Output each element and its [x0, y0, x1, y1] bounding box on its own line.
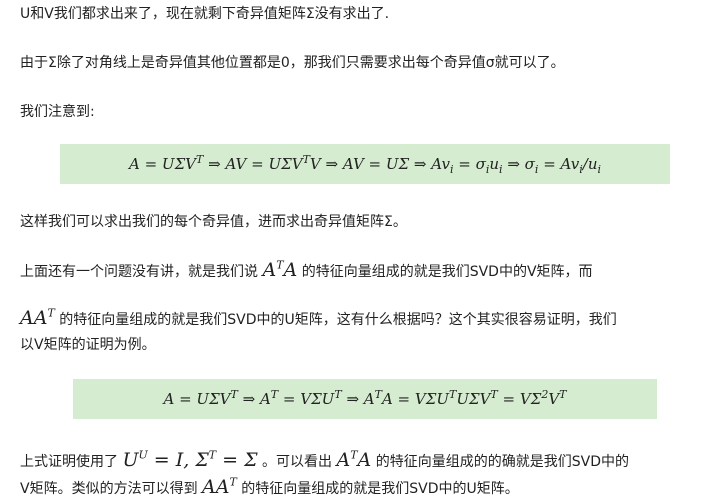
formula-box-2: A = UΣVT ⇒ AT = VΣUT ⇒ ATA = VΣUTUΣVT = …: [73, 379, 657, 419]
formula-AAT-inline-2: AAT: [202, 475, 237, 498]
formula-ATA-inline: ATA: [262, 258, 298, 281]
text-segment: 的特征向量组成的的确就是我们SVD中的: [375, 454, 629, 470]
paragraph-conclusion-line2: V矩阵。类似的方法可以得到 AAT 的特征向量组成的就是我们SVD中的U矩阵。: [20, 475, 519, 501]
formula-ATA-inline-2: ATA: [336, 448, 372, 471]
formula-V-proof: A = UΣVT ⇒ AT = VΣUT ⇒ ATA = VΣUTUΣVT = …: [163, 388, 567, 408]
text-segment: 的特征向量组成的就是我们SVD中的U矩阵，这有什么根据吗？这个其实很容易证明，我…: [59, 312, 617, 328]
paragraph-intro: U和V我们都求出来了，现在就剩下奇异值矩阵Σ没有求出了.: [20, 6, 390, 22]
text-segment: 。可以看出: [262, 454, 333, 470]
formula-identity-inline: UU = I, ΣT = Σ: [122, 448, 258, 471]
paragraph-question-line3: 以V矩阵的证明为例。: [20, 337, 156, 353]
paragraph-question-line2: AAT 的特征向量组成的就是我们SVD中的U矩阵，这有什么根据吗？这个其实很容易…: [20, 306, 617, 332]
text-segment: 的特征向量组成的就是我们SVD中的U矩阵。: [241, 481, 519, 497]
formula-singular-value-derivation: A = UΣVT ⇒ AV = UΣVTV ⇒ AV = UΣ ⇒ Avi = …: [128, 153, 602, 176]
paragraph-result: 这样我们可以求出我们的每个奇异值，进而求出奇异值矩阵Σ。: [20, 214, 407, 230]
formula-AAT-inline: AAT: [20, 306, 55, 329]
paragraph-question-line1: 上面还有一个问题没有讲，就是我们说 ATA 的特征向量组成的就是我们SVD中的V…: [20, 258, 593, 284]
text-segment: 的特征向量组成的就是我们SVD中的V矩阵，而: [301, 264, 593, 280]
text-segment: 上面还有一个问题没有讲，就是我们说: [20, 264, 258, 280]
paragraph-sigma-note: 由于Σ除了对角线上是奇异值其他位置都是0，那我们只需要求出每个奇异值σ就可以了。: [20, 55, 565, 71]
paragraph-conclusion-line1: 上式证明使用了 UU = I, ΣT = Σ 。可以看出 ATA 的特征向量组成…: [20, 448, 629, 474]
formula-box-1: A = UΣVT ⇒ AV = UΣVTV ⇒ AV = UΣ ⇒ Avi = …: [60, 144, 670, 184]
paragraph-notice: 我们注意到:: [20, 104, 95, 120]
text-segment: 上式证明使用了: [20, 454, 118, 470]
text-segment: V矩阵。类似的方法可以得到: [20, 481, 198, 497]
